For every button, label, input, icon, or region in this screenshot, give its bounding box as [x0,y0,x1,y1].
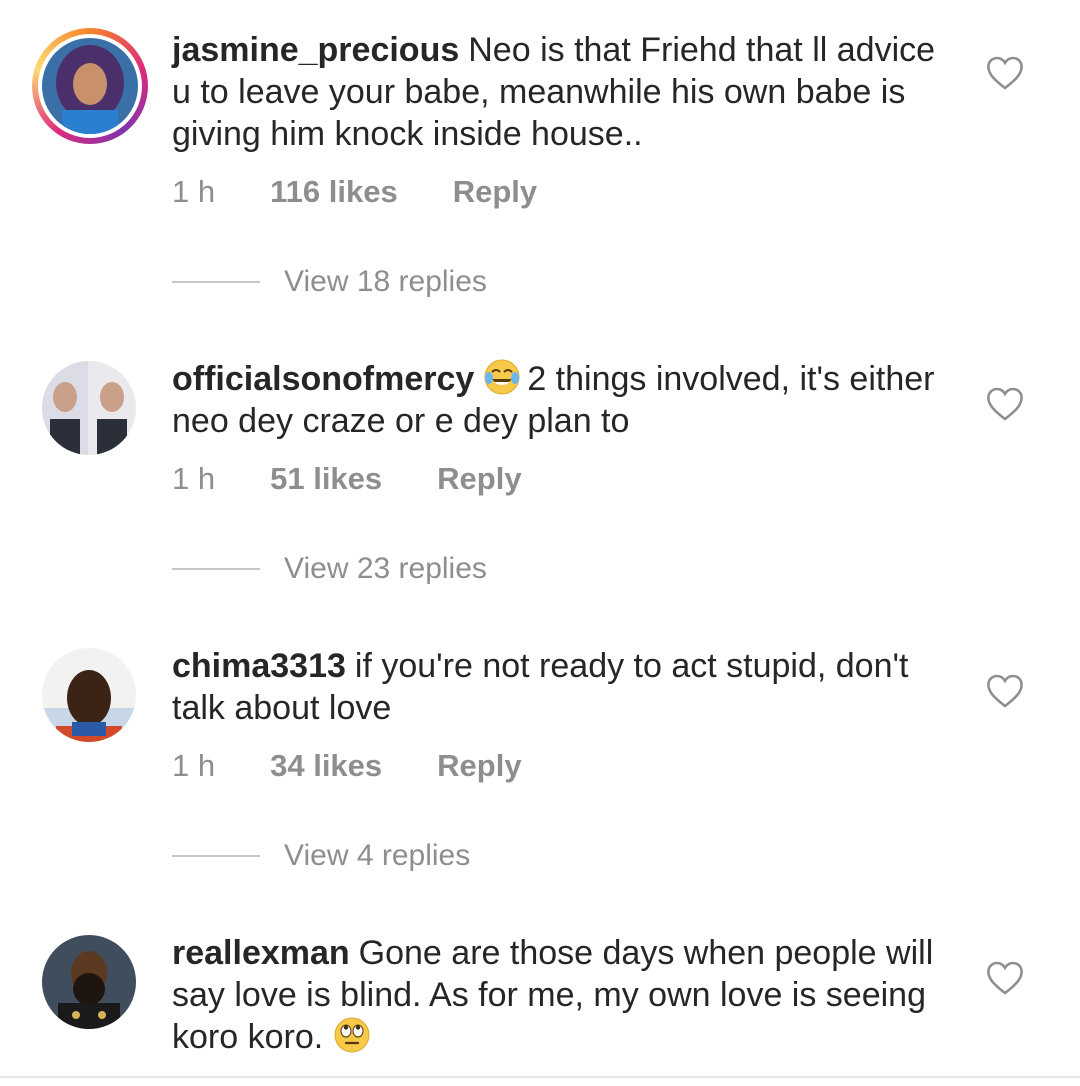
avatar[interactable] [42,361,136,455]
comment-body: chima3313 if you're not ready to act stup… [172,645,962,729]
avatar[interactable] [42,935,136,1029]
comment-body: officialsonofmercy 2 things involved, it… [172,358,962,442]
comment-meta: 1 h 116 likes Reply [172,174,537,210]
comment-meta: 1 h 34 likes Reply [172,748,522,784]
reply-button[interactable]: Reply [453,174,537,210]
view-replies-label: View 18 replies [284,265,487,298]
view-replies-button[interactable]: View 18 replies [172,265,487,299]
bottom-divider [0,1076,1080,1078]
comment-username[interactable]: chima3313 [172,647,346,685]
comment-body: reallexman Gone are those days when peopl… [172,932,962,1058]
avatar[interactable] [42,648,136,742]
replies-divider [172,568,260,570]
comment-body: jasmine_precious Neo is that Friehd that … [172,29,962,155]
replies-divider [172,281,260,283]
comment-likes[interactable]: 34 likes [270,748,382,784]
reply-button[interactable]: Reply [437,461,521,497]
comment-likes[interactable]: 116 likes [270,174,398,210]
view-replies-label: View 23 replies [284,552,487,585]
view-replies-label: View 4 replies [284,839,471,872]
reply-button[interactable]: Reply [437,748,521,784]
replies-divider [172,855,260,857]
heart-icon[interactable] [986,960,1024,996]
avatar[interactable] [32,28,148,144]
comment-time: 1 h [172,174,216,209]
comment-time: 1 h [172,748,216,783]
heart-icon[interactable] [986,386,1024,422]
comment-time: 1 h [172,461,216,496]
comment-username[interactable]: reallexman [172,934,350,972]
heart-icon[interactable] [986,55,1024,91]
face-with-tears-of-joy-icon [484,359,520,395]
comment-username[interactable]: jasmine_precious [172,31,459,69]
view-replies-button[interactable]: View 23 replies [172,552,487,586]
comment-username[interactable]: officialsonofmercy [172,360,474,398]
heart-icon[interactable] [986,673,1024,709]
face-with-rolling-eyes-icon [334,1017,370,1053]
comment-meta: 1 h 51 likes Reply [172,461,522,497]
view-replies-button[interactable]: View 4 replies [172,839,470,873]
comment-likes[interactable]: 51 likes [270,461,382,497]
